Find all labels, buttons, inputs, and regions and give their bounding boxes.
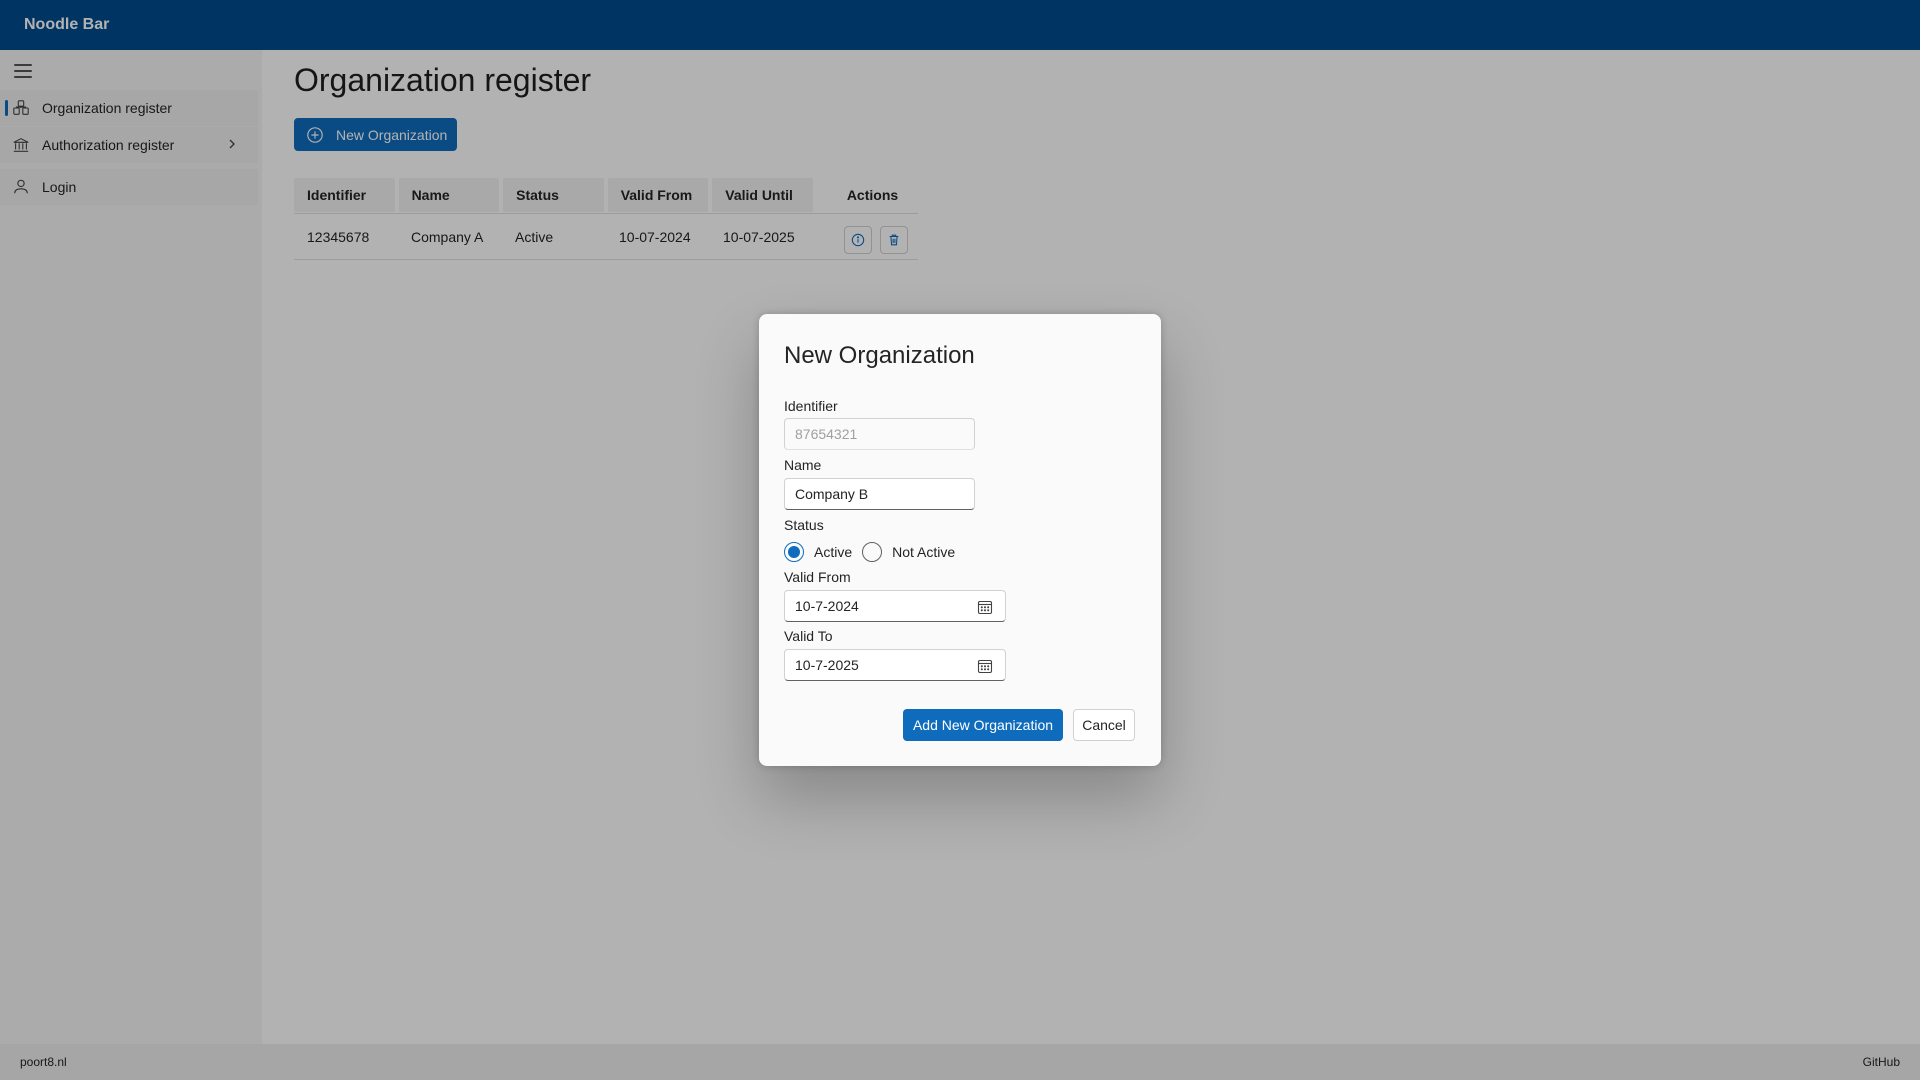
- status-label: Status: [784, 517, 824, 533]
- identifier-label: Identifier: [784, 398, 838, 414]
- calendar-icon[interactable]: [977, 658, 993, 674]
- radio-not-active-label: Not Active: [892, 544, 956, 560]
- radio-not-active[interactable]: [862, 542, 883, 562]
- valid-from-value: 10-7-2024: [795, 598, 859, 614]
- status-radio-group: Active Not Active: [784, 542, 965, 562]
- valid-to-value: 10-7-2025: [795, 657, 859, 673]
- add-organization-button[interactable]: Add New Organization: [903, 709, 1063, 741]
- valid-from-input[interactable]: 10-7-2024: [784, 590, 1006, 622]
- identifier-input[interactable]: [784, 418, 975, 450]
- valid-to-label: Valid To: [784, 628, 833, 644]
- radio-active[interactable]: [784, 542, 804, 562]
- name-label: Name: [784, 457, 822, 473]
- valid-from-label: Valid From: [784, 569, 851, 585]
- valid-to-input[interactable]: 10-7-2025: [784, 649, 1006, 681]
- radio-active-label: Active: [814, 544, 853, 560]
- calendar-icon[interactable]: [977, 599, 993, 615]
- dialog-title: New Organization: [784, 342, 975, 369]
- new-organization-dialog: New Organization Identifier Name Status …: [759, 314, 1161, 766]
- cancel-button[interactable]: Cancel: [1073, 709, 1135, 741]
- name-input[interactable]: [784, 478, 975, 510]
